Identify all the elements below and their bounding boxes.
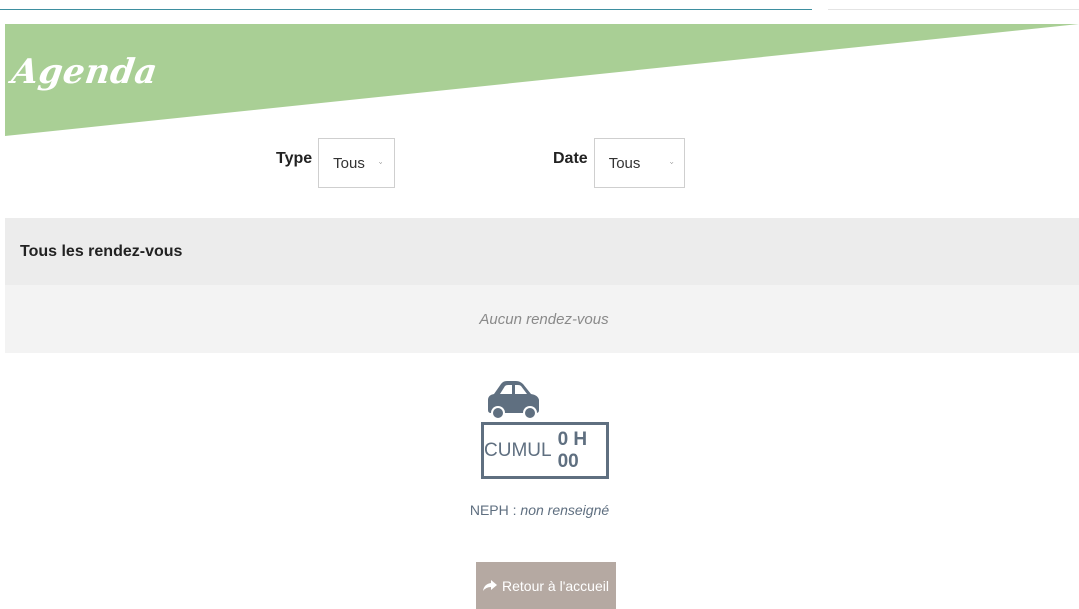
type-select[interactable]: Tous: [318, 138, 396, 188]
neph-info: NEPH : non renseigné: [0, 502, 1079, 518]
date-filter: Date Tous: [553, 138, 685, 188]
empty-message: Aucun rendez-vous: [479, 310, 609, 328]
page-title: Agenda: [9, 52, 161, 92]
car-icon: [488, 381, 539, 420]
chevron-down-icon: [670, 161, 674, 164]
neph-label: NEPH :: [469, 502, 517, 518]
type-filter-label: Type: [276, 150, 313, 167]
home-button-label: Retour à l'accueil: [502, 577, 609, 594]
banner-shape: [5, 24, 1079, 136]
cumul-value: 0 H 00: [557, 428, 588, 472]
appointments-empty-row: Aucun rendez-vous: [5, 285, 1079, 353]
date-select-value: Tous: [608, 154, 641, 172]
type-filter: Type Tous: [276, 138, 396, 188]
share-arrow-icon: [483, 579, 498, 591]
top-divider: [0, 9, 812, 10]
appointments-title: Tous les rendez-vous: [20, 242, 183, 260]
chevron-down-icon: [378, 161, 383, 164]
neph-value: non renseigné: [520, 502, 610, 518]
agenda-banner: [5, 24, 1079, 136]
appointments-header: Tous les rendez-vous: [5, 218, 1079, 285]
date-filter-label: Date: [553, 150, 588, 167]
home-button[interactable]: Retour à l'accueil: [476, 562, 616, 609]
cumul-label: CUMUL: [484, 439, 552, 461]
date-select[interactable]: Tous: [593, 138, 685, 188]
type-select-value: Tous: [333, 154, 365, 172]
cumul-box: CUMUL 0 H 00: [481, 422, 609, 479]
top-divider-right: [828, 9, 1079, 10]
